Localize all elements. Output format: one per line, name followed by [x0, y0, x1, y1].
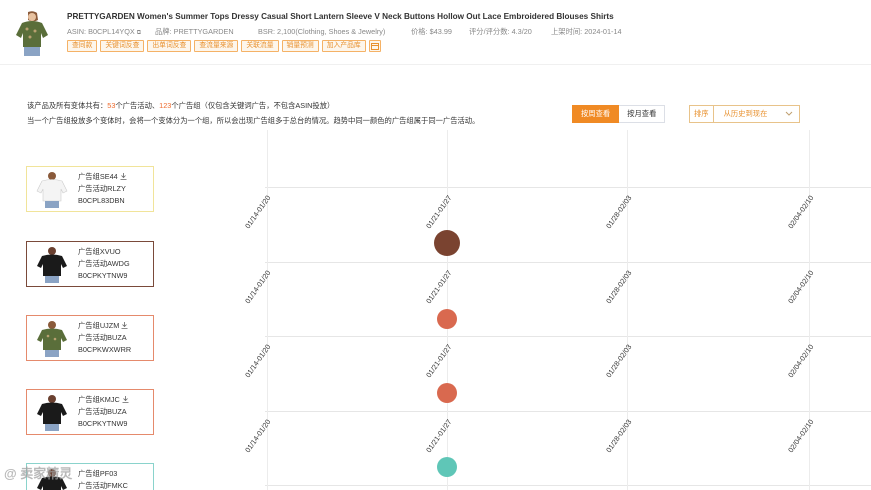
summary-line-2: 当一个广告组投放多个变体时，会将一个变体分为一个组，所以会出现广告组多于总台的情… [27, 116, 480, 125]
week-label: 02/04-02/10 [786, 417, 816, 455]
product-bsr: BSR: 2,100(Clothing, Shoes & Jewelry) [258, 27, 386, 36]
week-label: 01/28-02/03 [604, 193, 634, 231]
asin-value[interactable]: ASIN: B0CPL14YQX [67, 27, 135, 36]
week-label: 01/21-01/27 [424, 268, 454, 306]
row-divider [265, 411, 871, 412]
sort-select[interactable]: 排序 从历史到现在 [689, 105, 800, 123]
calendar-icon[interactable] [368, 40, 381, 52]
week-label: 02/04-02/10 [786, 342, 816, 380]
ad-group-name: 广告组UJZM [78, 320, 128, 332]
product-image[interactable] [8, 9, 56, 57]
ad-timeline: 01/14-01/20 01/21-01/27 01/28-02/03 02/0… [175, 130, 871, 490]
product-launch-date: 上架时间: 2024-01-14 [551, 27, 622, 36]
product-price: 价格: $43.99 [411, 27, 452, 36]
ad-product-image [33, 170, 71, 208]
row-divider [265, 336, 871, 337]
week-label: 02/04-02/10 [786, 268, 816, 306]
row-divider [265, 485, 871, 486]
activity-dot[interactable] [434, 230, 460, 256]
week-label: 01/28-02/03 [604, 268, 634, 306]
week-label: 01/28-02/03 [604, 417, 634, 455]
summary-line-1: 该产品及所有变体共有：53个广告活动、123个广告组（仅包含关键词广告，不包含A… [27, 101, 334, 111]
ad-group-name: 广告组SE44 [78, 171, 127, 183]
product-brand: 品牌: PRETTYGARDEN [155, 27, 234, 36]
summary-suffix: 个广告组（仅包含关键词广告，不包含ASIN投放） [171, 101, 335, 110]
row-divider [265, 187, 871, 188]
ad-group-label: 广告组SE44 [78, 172, 118, 181]
ad-asin: B0CPKYTNW9 [78, 419, 128, 428]
ad-group-label: 广告组UJZM [78, 321, 120, 330]
row-divider [265, 262, 871, 263]
ad-campaign-name: 广告活动AWDG [78, 259, 130, 268]
ad-group-name: 广告组PF03 [78, 469, 118, 478]
ad-asin: B0CPKYTNW9 [78, 271, 128, 280]
week-label: 01/21-01/27 [424, 417, 454, 455]
week-label: 01/21-01/27 [424, 342, 454, 380]
product-title[interactable]: PRETTYGARDEN Women's Summer Tops Dressy … [67, 12, 614, 21]
tag-related-traffic[interactable]: 关联流量 [241, 40, 279, 52]
tag-keyword-reverse[interactable]: 关键词反查 [100, 40, 145, 52]
monthly-view-button[interactable]: 按月查看 [619, 105, 666, 123]
sort-label: 排序 [690, 106, 714, 122]
ad-campaign-name: 广告活动BUZA [78, 407, 127, 416]
week-gridline [627, 130, 628, 490]
ad-campaign-name: 广告活动RLZY [78, 184, 126, 193]
ad-group-name: 广告组XVUO [78, 246, 121, 258]
tag-same-product[interactable]: 查同款 [67, 40, 98, 52]
group-count: 123 [159, 101, 172, 110]
activity-dot[interactable] [437, 309, 457, 329]
week-label: 01/21-01/27 [424, 193, 454, 231]
activity-dot[interactable] [437, 383, 457, 403]
product-tag-bar: 查同款 关键词反查 出单词反查 查流量来源 关联流量 销量预测 加入产品库 [67, 40, 381, 52]
ad-product-image [33, 393, 71, 431]
sort-value[interactable]: 从历史到现在 [714, 109, 783, 119]
view-toggle: 按周查看 按月查看 [572, 105, 666, 123]
ad-group-card[interactable]: 广告组KMJC 广告活动BUZA B0CPKYTNW9 [26, 389, 154, 435]
summary-mid: 个广告活动、 [115, 101, 160, 110]
weekly-view-button[interactable]: 按周查看 [572, 105, 620, 123]
tag-sales-forecast[interactable]: 销量预测 [281, 40, 319, 52]
ad-campaign-name: 广告活动FMKC [78, 481, 128, 490]
product-rating: 评分/评分数: 4.3/20 [469, 27, 532, 36]
chevron-down-icon[interactable] [783, 108, 795, 120]
ad-asin: B0CPKWXWRR [78, 345, 132, 354]
ad-asin: B0CPL83DBN [78, 196, 125, 205]
summary-prefix: 该产品及所有变体共有： [27, 101, 108, 110]
download-icon[interactable] [122, 396, 129, 403]
download-icon[interactable] [121, 322, 128, 329]
ad-product-image [33, 319, 71, 357]
tag-traffic-source[interactable]: 查流量来源 [194, 40, 239, 52]
ad-group-card[interactable]: 广告组XVUO 广告活动AWDG B0CPKYTNW9 [26, 241, 154, 287]
ad-product-image [33, 245, 71, 283]
ad-group-label: 广告组KMJC [78, 395, 120, 404]
ad-campaign-name: 广告活动BUZA [78, 333, 127, 342]
week-gridline [267, 130, 268, 490]
watermark: @ 卖家精灵 [4, 466, 73, 481]
week-label: 02/04-02/10 [786, 193, 816, 231]
tag-order-word-reverse[interactable]: 出单词反查 [147, 40, 192, 52]
header-divider [0, 64, 871, 65]
ad-group-name: 广告组KMJC [78, 394, 129, 406]
activity-dot[interactable] [437, 457, 457, 477]
product-asin[interactable]: ASIN: B0CPL14YQX ⧉ [67, 27, 141, 37]
week-gridline [809, 130, 810, 490]
week-label: 01/28-02/03 [604, 342, 634, 380]
ad-group-card[interactable]: 广告组UJZM 广告活动BUZA B0CPKWXWRR [26, 315, 154, 361]
tag-add-to-library[interactable]: 加入产品库 [321, 40, 366, 52]
copy-icon[interactable]: ⧉ [137, 30, 141, 36]
download-icon[interactable] [120, 173, 127, 180]
ad-group-card[interactable]: 广告组SE44 广告活动RLZY B0CPL83DBN [26, 166, 154, 212]
ad-group-label: 广告组XVUO [78, 247, 121, 256]
